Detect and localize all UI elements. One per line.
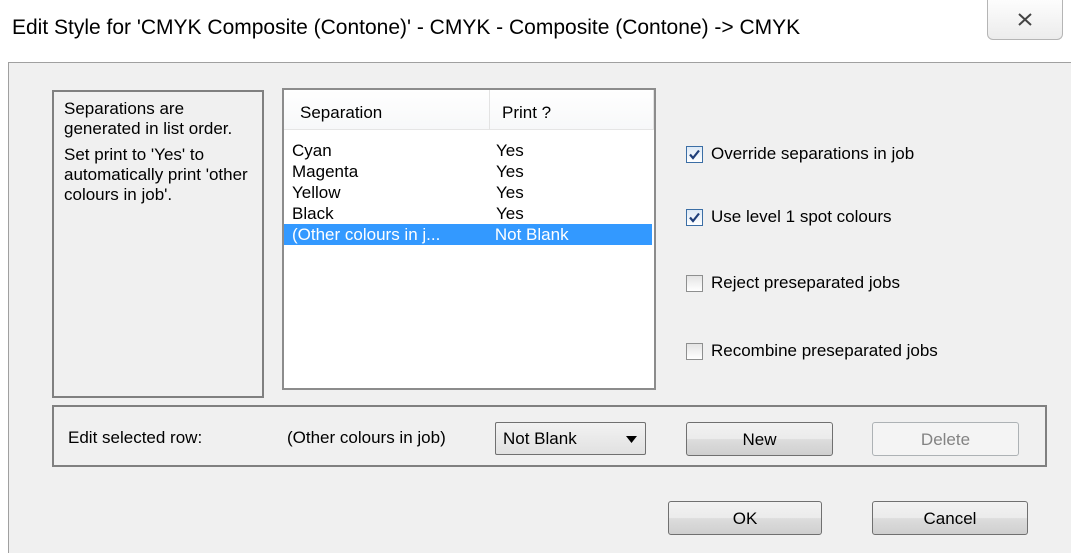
list-row-yellow[interactable]: Yellow Yes <box>284 182 654 203</box>
help-panel: Separations are generated in list order.… <box>52 90 264 398</box>
list-row-cyan[interactable]: Cyan Yes <box>284 140 654 161</box>
title-bar: Edit Style for 'CMYK Composite (Contone)… <box>0 0 1071 60</box>
level1-spot-colours-option[interactable]: Use level 1 spot colours <box>686 205 891 229</box>
dropdown-arrow-icon <box>626 436 637 443</box>
delete-button[interactable]: Delete <box>872 422 1019 456</box>
separation-cell: Yellow <box>292 183 341 202</box>
help-text-order: Separations are generated in list order. <box>64 99 233 138</box>
recombine-preseparated-option[interactable]: Recombine preseparated jobs <box>686 339 938 363</box>
column-header-print[interactable]: Print ? <box>490 90 654 130</box>
separation-cell: Cyan <box>292 141 332 160</box>
override-separations-checkbox[interactable] <box>686 145 703 163</box>
window-title: Edit Style for 'CMYK Composite (Contone)… <box>12 16 801 39</box>
override-separations-label: Override separations in job <box>711 144 915 163</box>
cancel-button[interactable]: Cancel <box>872 501 1028 535</box>
list-header: Separation Print ? <box>284 90 654 130</box>
separation-cell: (Other colours in j... <box>292 225 441 244</box>
print-cell: Yes <box>496 141 524 160</box>
recombine-preseparated-label: Recombine preseparated jobs <box>711 341 938 360</box>
print-cell: Yes <box>496 204 524 223</box>
reject-preseparated-checkbox[interactable] <box>686 274 703 292</box>
recombine-preseparated-checkbox[interactable] <box>686 342 703 360</box>
list-row-black[interactable]: Black Yes <box>284 203 654 224</box>
reject-preseparated-option[interactable]: Reject preseparated jobs <box>686 271 900 295</box>
print-value-select[interactable]: Not Blank <box>495 422 646 455</box>
help-text-print: Set print to 'Yes' to automatically prin… <box>64 145 248 204</box>
edit-selected-row-label: Edit selected row: <box>68 428 203 447</box>
checkmark-icon <box>689 212 700 223</box>
list-row-other-colours[interactable]: (Other colours in j... Not Blank <box>284 224 652 245</box>
checkmark-icon <box>689 149 700 160</box>
reject-preseparated-label: Reject preseparated jobs <box>711 273 901 292</box>
ok-button[interactable]: OK <box>668 501 822 535</box>
separation-cell: Black <box>292 204 334 223</box>
print-cell: Not Blank <box>494 225 569 244</box>
new-button[interactable]: New <box>686 422 833 456</box>
separation-cell: Magenta <box>292 162 359 181</box>
print-cell: Yes <box>496 183 524 202</box>
list-row-magenta[interactable]: Magenta Yes <box>284 161 654 182</box>
separations-list[interactable]: Separation Print ? Cyan Yes Magenta Yes … <box>282 88 656 390</box>
print-value-text: Not Blank <box>503 429 577 448</box>
print-cell: Yes <box>496 162 524 181</box>
list-rows: Cyan Yes Magenta Yes Yellow Yes Black Ye… <box>284 140 654 245</box>
override-separations-option[interactable]: Override separations in job <box>686 142 914 166</box>
selected-row-name: (Other colours in job) <box>287 428 446 447</box>
column-header-separation[interactable]: Separation <box>284 90 490 130</box>
close-button[interactable] <box>987 0 1063 40</box>
close-icon <box>1018 13 1032 26</box>
level1-spot-colours-checkbox[interactable] <box>686 208 703 226</box>
level1-spot-colours-label: Use level 1 spot colours <box>711 207 892 226</box>
